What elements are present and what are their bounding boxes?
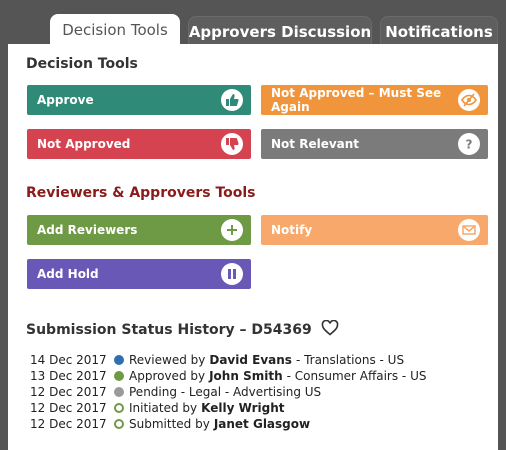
- status-dot-icon: [114, 355, 124, 365]
- history-action: Reviewed by: [129, 353, 206, 367]
- add-hold-button[interactable]: Add Hold: [27, 259, 251, 289]
- thumbs-down-icon: [221, 133, 243, 155]
- add-hold-label: Add Hold: [37, 267, 99, 281]
- notify-button[interactable]: Notify: [261, 215, 488, 245]
- question-icon: ?: [458, 133, 480, 155]
- not-approved-must-see-again-label: Not Approved – Must See Again: [271, 86, 442, 114]
- history-date: 13 Dec 2017: [30, 369, 107, 383]
- history-action: Pending - Legal - Advertising US: [129, 385, 322, 399]
- history-title: Submission Status History – D54369: [26, 322, 312, 338]
- status-dot-icon: [114, 419, 124, 429]
- history-date: 14 Dec 2017: [30, 353, 107, 367]
- svg-text:?: ?: [466, 138, 473, 152]
- reviewers-approvers-tools-heading: Reviewers & Approvers Tools: [26, 185, 256, 201]
- history-person[interactable]: Janet Glasgow: [214, 417, 310, 431]
- history-action: Submitted by: [129, 417, 210, 431]
- history-date: 12 Dec 2017: [30, 417, 107, 431]
- not-approved-label: Not Approved: [37, 137, 131, 151]
- not-approved-must-see-again-button[interactable]: Not Approved – Must See Again: [261, 85, 488, 115]
- status-dot-icon: [114, 387, 124, 397]
- tab-approvers-discussion[interactable]: Approvers Discussion: [188, 16, 372, 46]
- history-person[interactable]: David Evans: [209, 353, 292, 367]
- add-reviewers-label: Add Reviewers: [37, 223, 138, 237]
- heart-outline-icon[interactable]: [321, 319, 339, 340]
- status-dot-icon: [114, 403, 124, 413]
- history-row: 14 Dec 2017 Reviewed by David Evans - Tr…: [30, 352, 404, 368]
- not-relevant-button[interactable]: Not Relevant ?: [261, 129, 488, 159]
- tab-decision-tools[interactable]: Decision Tools: [50, 14, 180, 46]
- history-detail: - Consumer Affairs - US: [286, 369, 427, 383]
- history-person[interactable]: John Smith: [209, 369, 283, 383]
- add-reviewers-button[interactable]: Add Reviewers: [27, 215, 251, 245]
- history-row: 12 Dec 2017 Initiated by Kelly Wright: [30, 400, 289, 416]
- submission-status-history-heading: Submission Status History – D54369: [26, 319, 339, 340]
- history-person[interactable]: Kelly Wright: [201, 401, 284, 415]
- history-detail: - Translations - US: [295, 353, 405, 367]
- decision-tools-panel: Decision Tools Approve Not Approved – Mu…: [8, 44, 498, 450]
- tab-bar: Decision Tools Approvers Discussion Noti…: [0, 0, 506, 46]
- pause-icon: [221, 263, 243, 285]
- not-relevant-label: Not Relevant: [271, 137, 360, 151]
- history-action: Approved by: [129, 369, 206, 383]
- history-row: 12 Dec 2017 Submitted by Janet Glasgow: [30, 416, 314, 432]
- plus-icon: [221, 219, 243, 241]
- not-approved-button[interactable]: Not Approved: [27, 129, 251, 159]
- decision-tools-heading: Decision Tools: [26, 56, 138, 72]
- notify-label: Notify: [271, 223, 313, 237]
- history-date: 12 Dec 2017: [30, 401, 107, 415]
- thumbs-up-icon: [221, 89, 243, 111]
- approve-button[interactable]: Approve: [27, 85, 251, 115]
- eye-slash-icon: [458, 89, 480, 111]
- history-row: 13 Dec 2017 Approved by John Smith - Con…: [30, 368, 426, 384]
- tab-notifications[interactable]: Notifications: [380, 16, 498, 46]
- history-row: 12 Dec 2017 Pending - Legal - Advertisin…: [30, 384, 321, 400]
- history-date: 12 Dec 2017: [30, 385, 107, 399]
- envelope-icon: [458, 219, 480, 241]
- history-action: Initiated by: [129, 401, 198, 415]
- approve-label: Approve: [37, 93, 94, 107]
- status-dot-icon: [114, 371, 124, 381]
